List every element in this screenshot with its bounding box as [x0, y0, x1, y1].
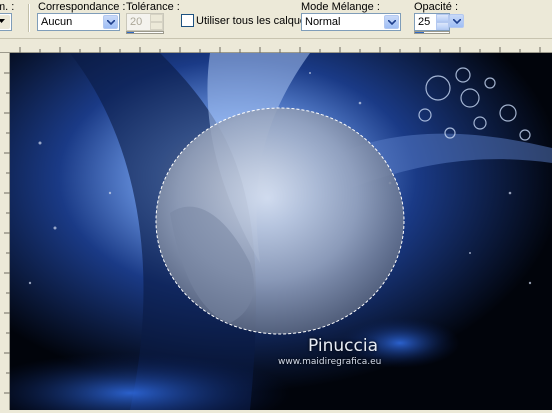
spin-down-icon[interactable] — [150, 22, 163, 30]
spin-buttons[interactable] — [150, 14, 163, 30]
chevron-down-icon — [0, 15, 10, 29]
opacity-value: 25 — [418, 16, 431, 28]
horizontal-ruler — [0, 39, 552, 53]
blend-mode-dropdown[interactable]: Normal — [301, 13, 401, 31]
ruler-ticks — [0, 47, 552, 53]
left-dropdown[interactable] — [0, 13, 12, 31]
opacity-slider-fill — [415, 32, 424, 33]
tolerance-slider-fill — [127, 32, 135, 33]
ruler-ticks — [4, 53, 10, 410]
tolerance-value: 20 — [130, 16, 143, 28]
opacity-slider[interactable] — [414, 31, 450, 34]
vertical-ruler — [0, 53, 10, 410]
spin-up-icon[interactable] — [150, 14, 163, 22]
use-all-layers-label: Utiliser tous les calques — [196, 15, 312, 27]
correspondance-dropdown[interactable]: Aucun — [37, 13, 120, 31]
watermark-name: Pinuccia — [308, 336, 378, 356]
image-canvas[interactable]: Pinuccia www.maidiregrafica.eu — [10, 53, 552, 410]
opacity-dropdown[interactable] — [449, 13, 464, 31]
chevron-down-icon[interactable] — [449, 14, 464, 28]
tolerance-label: Tolérance : — [126, 1, 180, 13]
blend-mode-value: Normal — [305, 16, 341, 28]
spin-down-icon[interactable] — [436, 22, 449, 30]
cut-label: m. : — [0, 1, 15, 13]
tolerance-stepper[interactable]: 20 — [126, 13, 164, 31]
blend-mode-label: Mode Mélange : — [301, 1, 380, 13]
opacity-label: Opacité : — [414, 1, 459, 13]
spin-up-icon[interactable] — [436, 14, 449, 22]
watermark-url: www.maidiregrafica.eu — [278, 357, 382, 367]
use-all-layers-checkbox[interactable] — [181, 14, 194, 27]
opacity-stepper[interactable]: 25 — [414, 13, 450, 31]
correspondance-label: Correspondance : — [38, 1, 126, 13]
chevron-down-icon[interactable] — [384, 15, 399, 29]
chevron-down-icon[interactable] — [103, 15, 118, 29]
correspondance-value: Aucun — [41, 16, 73, 28]
toolbar-separator — [28, 4, 29, 32]
tolerance-slider[interactable] — [126, 31, 164, 34]
options-toolbar: m. : Correspondance : Aucun Tolérance : … — [0, 0, 552, 39]
spin-buttons[interactable] — [436, 14, 449, 30]
